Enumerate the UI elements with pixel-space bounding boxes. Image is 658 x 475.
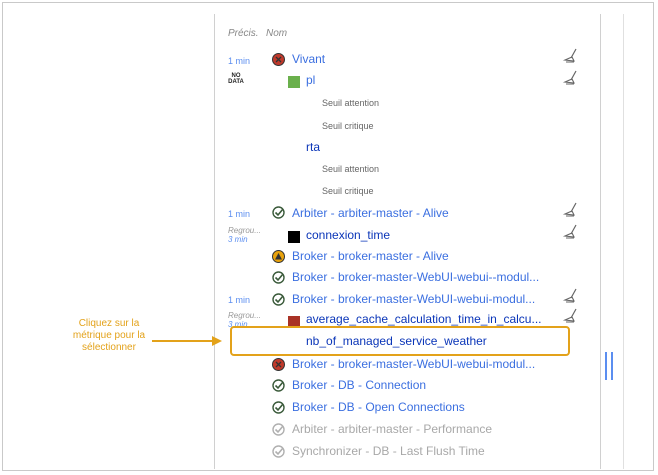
- metric-name-pl[interactable]: pl: [306, 73, 315, 87]
- threshold-label[interactable]: Seuil critique: [322, 121, 374, 131]
- scroll-handle-left[interactable]: [605, 352, 607, 380]
- precision-grouped-label: Regrou...: [228, 226, 261, 235]
- precision-value: 1 min: [228, 209, 251, 219]
- metric-name-average-cache[interactable]: average_cache_calculation_time_in_calcu.…: [306, 312, 562, 326]
- callout-line: Cliquez sur la: [78, 318, 140, 329]
- metric-name-arbiter-alive[interactable]: Arbiter - arbiter-master - Alive: [292, 206, 449, 220]
- ok-status-icon: [272, 379, 285, 392]
- ok-status-icon: [272, 271, 285, 284]
- metric-name-broker-webui-2[interactable]: Broker - broker-master-WebUI-webui-modul…: [292, 292, 557, 306]
- scrollbar[interactable]: [599, 14, 624, 469]
- metric-name-broker-webui-3[interactable]: Broker - broker-master-WebUI-webui-modul…: [292, 357, 562, 371]
- callout-line: sélectionner: [82, 342, 136, 353]
- precision-grouped-value: 3 min: [228, 235, 248, 244]
- metric-name-vivant[interactable]: Vivant: [292, 52, 325, 66]
- no-data-bottom: DATA: [228, 79, 244, 85]
- broom-icon[interactable]: [562, 70, 580, 86]
- ok-status-icon-disabled: [272, 423, 285, 436]
- precision-value: 1 min: [228, 56, 251, 66]
- black-square-icon: [288, 231, 300, 243]
- green-square-icon: [288, 76, 300, 88]
- precision-grouped: Regrou... 3 min: [228, 226, 261, 244]
- threshold-label[interactable]: Seuil attention: [322, 164, 379, 174]
- metric-name-broker-db-connection[interactable]: Broker - DB - Connection: [292, 378, 426, 392]
- broom-icon[interactable]: [562, 224, 580, 240]
- ok-status-icon: [272, 401, 285, 414]
- broom-icon[interactable]: [562, 308, 580, 324]
- metric-name-broker-alive[interactable]: Broker - broker-master - Alive: [292, 249, 449, 263]
- threshold-label[interactable]: Seuil critique: [322, 186, 374, 196]
- metric-name-nb-managed-service-weather[interactable]: nb_of_managed_service_weather: [306, 334, 487, 348]
- scroll-handle-right[interactable]: [611, 352, 613, 380]
- metric-name-arbiter-performance[interactable]: Arbiter - arbiter-master - Performance: [292, 422, 492, 436]
- precision-column-header: Précis.: [228, 28, 259, 39]
- metric-name-broker-db-open-connections[interactable]: Broker - DB - Open Connections: [292, 400, 465, 414]
- metric-name-connexion-time[interactable]: connexion_time: [306, 228, 390, 242]
- metric-name-broker-webui-1[interactable]: Broker - broker-master-WebUI-webui--modu…: [292, 270, 562, 284]
- precision-value: 1 min: [228, 295, 251, 305]
- callout-text: Cliquez sur la métrique pour la sélectio…: [40, 318, 178, 354]
- metric-name-synchronizer-last-flush[interactable]: Synchronizer - DB - Last Flush Time: [292, 444, 485, 458]
- ok-status-icon-disabled: [272, 445, 285, 458]
- broom-icon[interactable]: [562, 288, 580, 304]
- warning-status-icon: [272, 250, 285, 263]
- no-data-icon: NO DATA: [228, 73, 244, 85]
- precision-grouped-label: Regrou...: [228, 311, 261, 320]
- ok-status-icon: [272, 293, 285, 306]
- broom-icon[interactable]: [562, 48, 580, 64]
- callout-arrow: [152, 340, 216, 342]
- metric-name-rta[interactable]: rta: [306, 140, 320, 154]
- name-column-header: Nom: [266, 28, 288, 39]
- callout-arrow-head: [212, 336, 222, 346]
- critical-status-icon: [272, 53, 285, 66]
- threshold-label[interactable]: Seuil attention: [322, 98, 379, 108]
- ok-status-icon: [272, 206, 285, 219]
- critical-status-icon: [272, 358, 285, 371]
- broom-icon[interactable]: [562, 202, 580, 218]
